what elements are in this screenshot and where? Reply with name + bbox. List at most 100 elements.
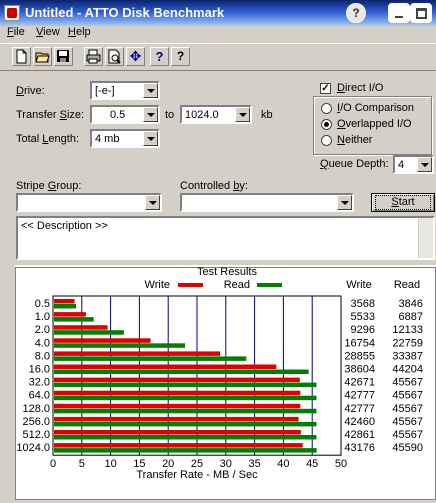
overlapped-io-radio[interactable] xyxy=(321,119,332,130)
write-bar xyxy=(54,325,108,330)
read-bar xyxy=(54,408,317,414)
write-value: 43176 xyxy=(344,442,375,454)
legend-read-swatch xyxy=(257,283,282,287)
start-mnemonic: S xyxy=(391,196,399,208)
write-value: 42777 xyxy=(344,390,375,402)
help-button[interactable]: ? xyxy=(150,47,169,66)
write-bar xyxy=(54,416,299,422)
read-bar xyxy=(54,330,124,335)
queue-depth-value: 4 xyxy=(398,159,405,171)
y-tick-label: 0.5 xyxy=(35,298,50,310)
io-comparison-radio[interactable] xyxy=(321,103,332,114)
help-title-button[interactable]: ? xyxy=(346,3,366,23)
chevron-down-icon[interactable] xyxy=(145,195,160,210)
write-value: 42861 xyxy=(344,429,375,441)
maximize-button[interactable] xyxy=(410,3,432,23)
y-tick-label: 32.0 xyxy=(29,377,50,389)
read-bar xyxy=(54,382,317,388)
menu-bar: File View Help xyxy=(0,26,436,42)
io-comparison-label: I/O Comparison xyxy=(337,102,415,114)
description-textarea[interactable]: << Description >> xyxy=(16,216,435,260)
write-value: 28855 xyxy=(344,350,375,362)
print-preview-icon xyxy=(108,49,121,64)
new-document-button[interactable] xyxy=(12,47,31,66)
chevron-down-icon[interactable] xyxy=(143,107,158,122)
read-bar xyxy=(54,317,94,322)
menu-help[interactable]: Help xyxy=(68,26,91,38)
read-value: 45567 xyxy=(392,403,423,415)
read-bar xyxy=(54,421,317,427)
menu-help-label: elp xyxy=(75,26,91,38)
checkmark-icon: ✓ xyxy=(321,83,330,94)
transfer-to-value: 1024.0 xyxy=(185,109,219,121)
menu-file[interactable]: File xyxy=(7,26,25,38)
write-bar xyxy=(54,430,301,435)
move-button[interactable]: ✥ xyxy=(126,47,145,66)
read-bar xyxy=(54,395,317,401)
write-value: 42777 xyxy=(344,403,375,415)
read-bar xyxy=(54,448,317,453)
chevron-down-icon[interactable] xyxy=(143,131,158,146)
write-bar xyxy=(54,338,151,343)
minimize-button[interactable] xyxy=(388,3,410,23)
drive-select[interactable]: [-e-] xyxy=(90,81,160,100)
unit-label: kb xyxy=(261,109,273,121)
direct-io-checkbox[interactable]: ✓ xyxy=(320,83,331,94)
y-tick-label: 256.0 xyxy=(22,416,50,428)
read-bar xyxy=(54,356,247,361)
chevron-down-icon[interactable] xyxy=(337,195,352,210)
write-value: 9296 xyxy=(351,324,375,336)
app-icon xyxy=(4,5,20,21)
read-value: 6887 xyxy=(399,311,423,323)
read-bar xyxy=(54,369,309,374)
read-value: 44204 xyxy=(392,364,423,376)
context-help-button[interactable]: ? xyxy=(171,47,190,66)
stripe-group-select[interactable] xyxy=(16,193,162,212)
toolbar: ✥ ? ? xyxy=(0,43,436,71)
menu-view[interactable]: View xyxy=(36,26,60,38)
chevron-down-icon[interactable] xyxy=(143,83,158,98)
stripe-group-label: Stripe Group: xyxy=(16,180,82,192)
queue-depth-select[interactable]: 4 xyxy=(393,155,434,174)
read-value: 33387 xyxy=(392,350,423,362)
question-icon: ? xyxy=(352,6,360,20)
transfer-from-value: 0.5 xyxy=(110,109,126,121)
write-value: 3568 xyxy=(351,298,375,310)
y-tick-label: 128.0 xyxy=(22,403,50,415)
column-header-write: Write xyxy=(346,279,371,291)
open-button[interactable] xyxy=(33,47,52,66)
read-value: 3846 xyxy=(399,298,423,310)
read-value: 45567 xyxy=(392,416,423,428)
total-length-select[interactable]: 4 mb xyxy=(90,129,160,148)
transfer-size-label: Transfer Size: xyxy=(16,109,85,121)
maximize-icon xyxy=(416,8,427,19)
move-icon: ✥ xyxy=(129,48,142,64)
print-button[interactable] xyxy=(84,47,103,66)
chevron-down-icon[interactable] xyxy=(235,107,250,122)
transfer-size-from-select[interactable]: 0.5 xyxy=(90,105,160,124)
start-button[interactable]: Start xyxy=(371,193,435,212)
save-button[interactable] xyxy=(54,47,73,66)
read-value: 12133 xyxy=(392,324,423,336)
transfer-size-to-select[interactable]: 1024.0 xyxy=(180,105,252,124)
start-button-focus: Start xyxy=(375,195,431,210)
write-bar xyxy=(54,403,301,409)
controlled-by-select[interactable] xyxy=(180,193,354,212)
print-preview-button[interactable] xyxy=(105,47,124,66)
x-tick-label: 50 xyxy=(335,458,347,470)
description-scrollbar[interactable] xyxy=(418,218,433,258)
read-value: 45567 xyxy=(392,429,423,441)
neither-radio[interactable] xyxy=(321,135,332,146)
results-chart: Test ResultsWrite Read Write Read0 5 10 15 20 25… xyxy=(15,266,436,500)
write-bar xyxy=(54,443,303,448)
print-icon xyxy=(86,49,101,64)
write-bar xyxy=(54,364,277,369)
chevron-down-icon[interactable] xyxy=(417,157,432,172)
overlapped-io-label: Overlapped I/O xyxy=(337,118,412,130)
write-value: 38604 xyxy=(344,364,375,376)
write-bar xyxy=(54,377,300,383)
read-value: 45567 xyxy=(392,377,423,389)
results-panel: Test Results Write Read Write Read 0 5 10 15 20 25… xyxy=(15,265,436,500)
context-help-icon: ? xyxy=(176,49,185,63)
y-tick-label: 16.0 xyxy=(29,364,50,376)
